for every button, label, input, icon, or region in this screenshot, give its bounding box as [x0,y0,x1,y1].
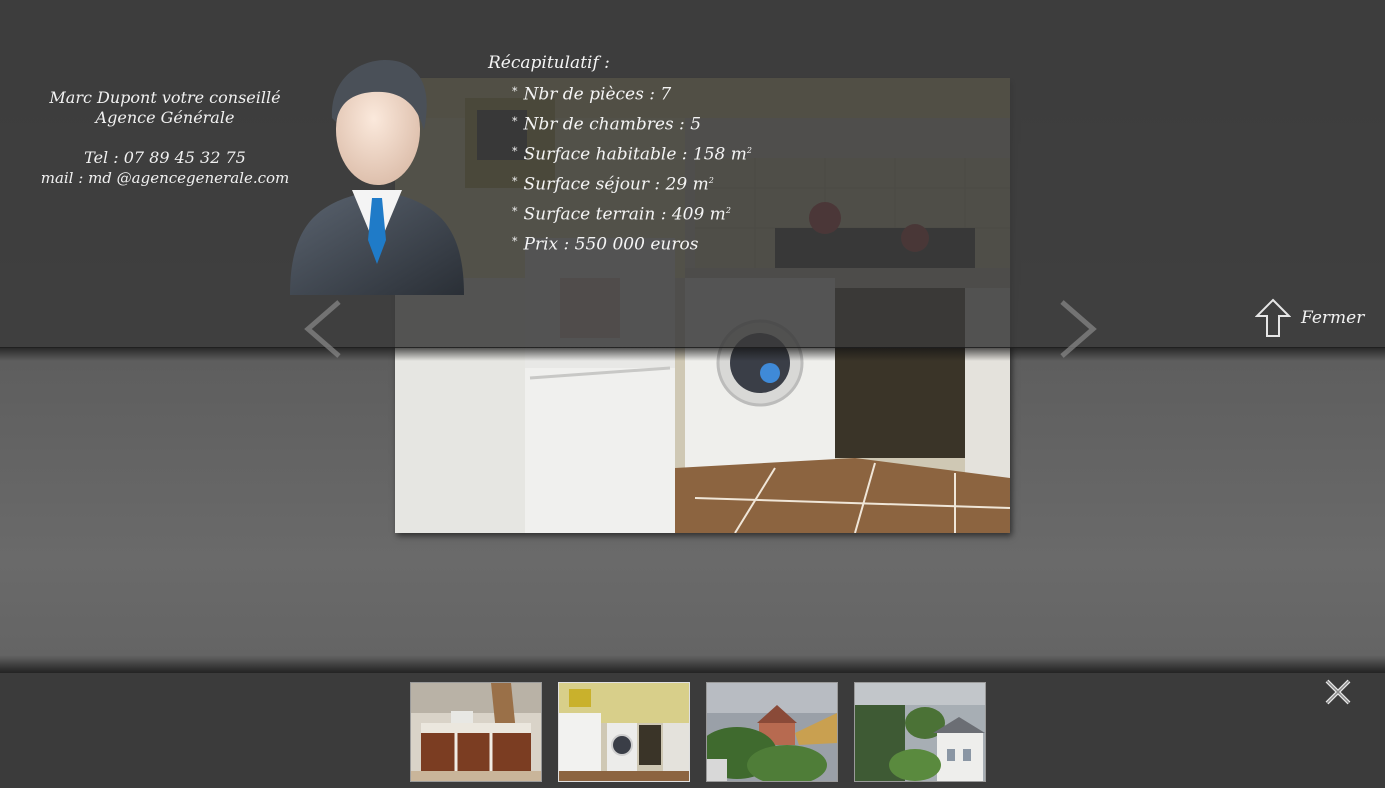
thumbnail-3[interactable] [706,682,838,782]
close-x-icon [1325,679,1351,705]
bullet-icon: * [512,114,518,128]
summary-item-land-area: * Surface terrain : 409 m2 [512,204,731,225]
summary-item-lounge-area: * Surface séjour : 29 m2 [512,174,714,195]
bullet-icon: * [512,174,518,188]
bullet-icon: * [512,204,518,218]
summary-item-rooms: * Nbr de pièces : 7 [512,84,672,105]
summary-item-bedrooms: * Nbr de chambres : 5 [512,114,702,135]
next-photo-button[interactable] [1058,298,1098,360]
thumbnail-2[interactable] [558,682,690,782]
agent-email: mail : md @agencegenerale.com [40,169,290,187]
bullet-icon: * [512,144,518,158]
close-panel-label: Fermer [1301,308,1365,328]
summary-title: Récapitulatif : [488,53,610,73]
agent-phone: Tel : 07 89 45 32 75 [84,148,246,167]
arrow-up-icon [1255,298,1291,337]
agent-avatar-icon [282,50,472,300]
summary-list: * Nbr de pièces : 7 * Nbr de chambres : 5 … [488,76,752,256]
agent-name: Marc Dupont votre conseillé [49,88,281,107]
agent-contact: Marc Dupont votre conseillé Agence Génér… [40,88,290,188]
bullet-icon: * [512,234,518,248]
close-viewer-button[interactable] [1322,676,1354,708]
summary-item-price: * Prix : 550 000 euros [512,234,699,255]
thumbnail-strip [410,682,986,782]
bullet-icon: * [512,84,518,98]
summary-item-living-area: * Surface habitable : 158 m2 [512,144,752,165]
previous-photo-button[interactable] [303,298,343,360]
thumbnail-bar-shadow [0,655,1385,673]
chevron-left-icon [304,300,341,358]
thumbnail-4[interactable] [854,682,986,782]
agency-name: Agence Générale [95,108,235,127]
chevron-right-icon [1060,300,1097,358]
thumbnail-1[interactable] [410,682,542,782]
close-panel-button[interactable]: Fermer [1255,298,1364,338]
info-panel-shadow [0,347,1385,361]
property-summary: Récapitulatif : * Nbr de pièces : 7 * Nbr … [488,50,752,256]
